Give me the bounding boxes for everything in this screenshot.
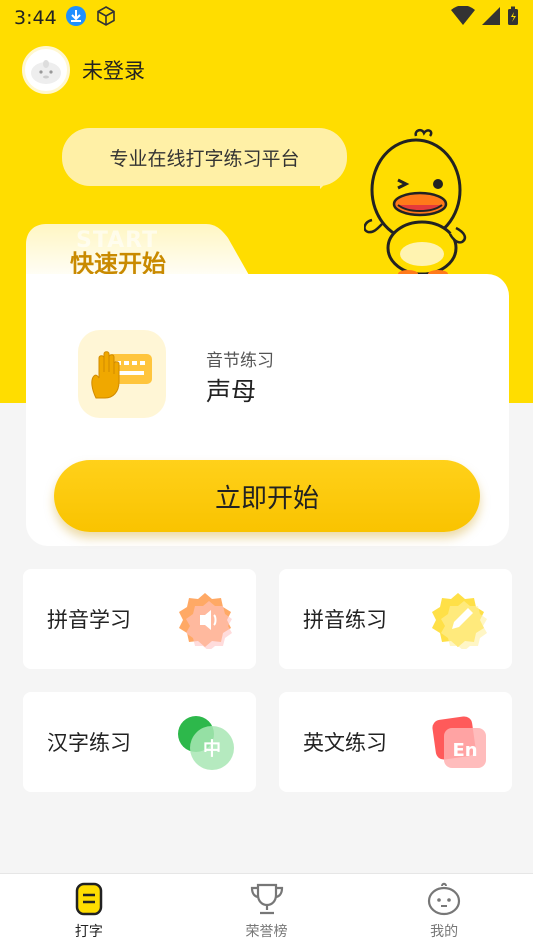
practice-subtitle: 音节练习 xyxy=(206,351,274,371)
bubble-tail xyxy=(320,165,344,189)
feature-english-practice[interactable]: 英文练习 En xyxy=(279,692,512,792)
nav-label-mine: 我的 xyxy=(430,924,459,940)
svg-text:En: En xyxy=(452,740,477,761)
speaker-icon xyxy=(179,593,232,649)
login-status[interactable]: 未登录 xyxy=(82,55,145,85)
status-bar: 3:44 xyxy=(0,0,533,36)
practice-title: 声母 xyxy=(206,377,257,406)
battery-icon xyxy=(507,6,519,31)
slogan-text: 专业在线打字练习平台 xyxy=(109,147,300,170)
feature-label: 拼音学习 xyxy=(47,608,131,632)
feature-label: 拼音练习 xyxy=(303,608,387,632)
bottom-navigation: 打字 荣誉榜 我的 xyxy=(0,873,533,948)
svg-text:中: 中 xyxy=(203,738,221,760)
chinese-char-icon: 中 xyxy=(178,716,234,770)
typing-icon xyxy=(71,881,107,917)
feature-label: 英文练习 xyxy=(303,731,387,755)
feature-chinese-practice[interactable]: 汉字练习 中 xyxy=(23,692,256,792)
nav-label-typing: 打字 xyxy=(74,924,103,940)
status-time: 3:44 xyxy=(14,7,57,29)
nav-tab-mine[interactable]: 我的 xyxy=(355,874,533,948)
signal-icon xyxy=(481,6,501,31)
duck-mascot xyxy=(363,128,474,278)
english-en-icon: En xyxy=(432,716,486,768)
start-now-button[interactable]: 立即开始 xyxy=(54,460,480,532)
profile-icon xyxy=(426,881,462,917)
practice-icon-box[interactable] xyxy=(78,330,166,418)
feature-pinyin-learning[interactable]: 拼音学习 xyxy=(23,569,256,669)
trophy-icon xyxy=(249,881,285,917)
slogan-bubble: 专业在线打字练习平台 xyxy=(62,128,347,186)
cube-icon xyxy=(95,5,117,32)
feature-label: 汉字练习 xyxy=(47,731,131,755)
nav-tab-typing[interactable]: 打字 xyxy=(0,874,178,948)
nav-tab-honor[interactable]: 荣誉榜 xyxy=(178,874,356,948)
quick-start-card: 音节练习 声母 立即开始 xyxy=(26,274,509,546)
wifi-icon xyxy=(451,4,475,31)
download-icon xyxy=(65,5,87,32)
avatar[interactable] xyxy=(22,46,70,94)
keyboard-hand-icon xyxy=(91,351,152,399)
nav-label-honor: 荣誉榜 xyxy=(245,924,288,940)
feature-pinyin-practice[interactable]: 拼音练习 xyxy=(279,569,512,669)
pencil-icon xyxy=(432,593,487,649)
profile-area[interactable]: 未登录 xyxy=(22,46,145,94)
